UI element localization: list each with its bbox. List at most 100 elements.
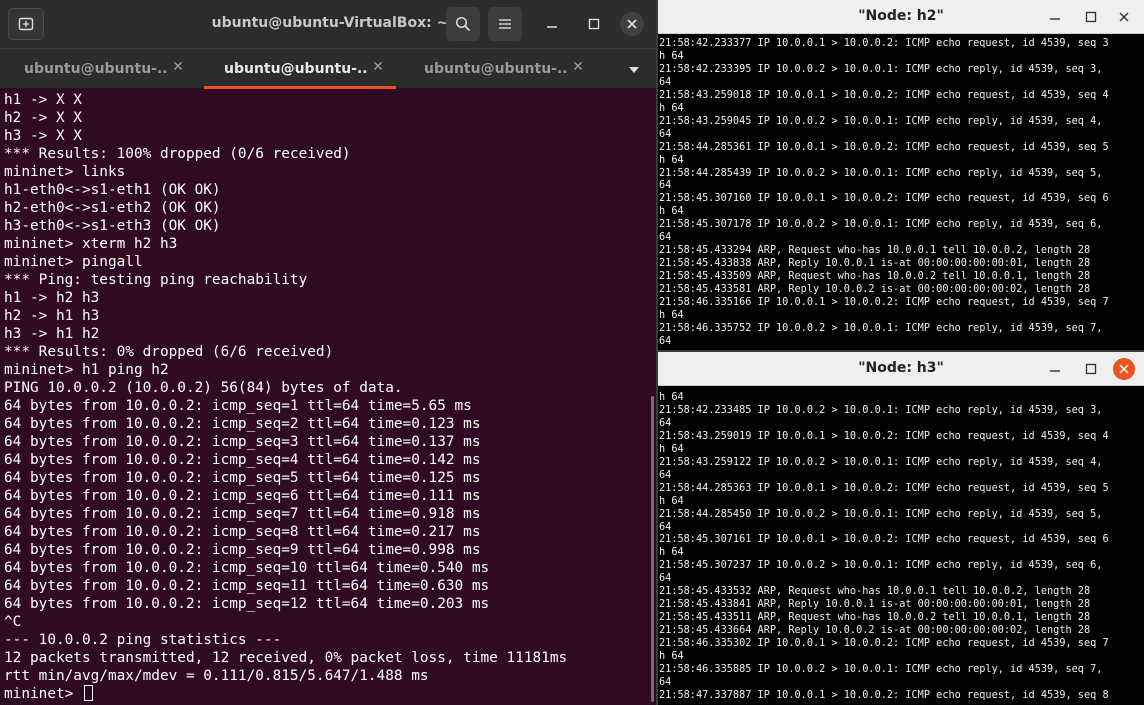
output-line: 64 bytes from 10.0.0.2: icmp_seq=1 ttl=6…	[4, 398, 472, 414]
tab-2-active[interactable]: ubuntu@ubuntu-... ✕	[200, 49, 400, 89]
minimize-button[interactable]	[1044, 358, 1066, 380]
output-line: 21:58:43.259045 IP 10.0.0.2 > 10.0.0.1: …	[659, 113, 1110, 127]
output-line: 64	[659, 126, 672, 140]
maximize-button[interactable]	[580, 10, 608, 38]
xterm-output[interactable]: h 64 21:58:42.233485 IP 10.0.0.2 > 10.0.0…	[659, 391, 1109, 705]
maximize-icon	[1085, 11, 1097, 23]
minimize-icon	[547, 26, 557, 28]
output-line: h 64	[659, 391, 684, 403]
output-line: h3 -> X X	[4, 128, 82, 144]
maximize-icon	[1085, 363, 1097, 375]
close-button[interactable]	[1113, 6, 1135, 28]
close-button[interactable]	[620, 12, 644, 36]
output-line: 64 bytes from 10.0.0.2: icmp_seq=11 ttl=…	[4, 578, 490, 594]
output-line: h1-eth0<->s1-eth1 (OK OK)	[4, 182, 221, 198]
xterm-window-node-h2: "Node: h2" 21:58:42.233377 IP 10.0.0.1 >…	[658, 0, 1144, 350]
output-line: 12 packets transmitted, 12 received, 0% …	[4, 650, 568, 666]
output-line: 21:58:44.285363 IP 10.0.0.1 > 10.0.0.2: …	[659, 480, 1110, 494]
output-line: h1 -> X X	[4, 92, 82, 108]
maximize-button[interactable]	[1080, 358, 1102, 380]
output-line: 21:58:45.307161 IP 10.0.0.1 > 10.0.0.2: …	[659, 532, 1110, 546]
terminal-scrollbar[interactable]	[651, 396, 654, 702]
output-line: 64	[659, 333, 672, 347]
tabs-dropdown-button[interactable]	[624, 62, 644, 78]
output-line: h 64	[659, 441, 684, 455]
output-line: 64 bytes from 10.0.0.2: icmp_seq=4 ttl=6…	[4, 452, 481, 468]
output-line: mininet> links	[4, 164, 126, 180]
output-line: 21:58:45.307160 IP 10.0.0.1 > 10.0.0.2: …	[659, 191, 1110, 205]
output-line: ^C	[4, 614, 22, 630]
tab-close-icon[interactable]: ✕	[170, 59, 186, 75]
text-cursor	[83, 685, 93, 701]
output-line: *** Results: 100% dropped (0/6 received)	[4, 146, 351, 162]
chevron-down-icon	[629, 67, 639, 73]
new-tab-button[interactable]	[8, 8, 44, 40]
output-line: h3-eth0<->s1-eth3 (OK OK)	[4, 218, 221, 234]
close-icon	[1119, 12, 1129, 22]
tab-1[interactable]: ubuntu@ubuntu-... ✕	[0, 49, 200, 89]
close-button[interactable]	[1113, 358, 1135, 380]
new-tab-icon	[18, 17, 34, 31]
search-button[interactable]	[446, 7, 480, 41]
output-line: h 64	[659, 493, 684, 507]
output-line: 64 bytes from 10.0.0.2: icmp_seq=6 ttl=6…	[4, 488, 481, 504]
close-icon	[627, 19, 637, 29]
output-line: 21:58:42.233377 IP 10.0.0.1 > 10.0.0.2: …	[659, 37, 1110, 49]
output-line: mininet> xterm h2 h3	[4, 236, 178, 252]
output-line: 64 bytes from 10.0.0.2: icmp_seq=9 ttl=6…	[4, 542, 481, 558]
tab-label: ubuntu@ubuntu-...	[24, 61, 169, 77]
output-line: 64 bytes from 10.0.0.2: icmp_seq=5 ttl=6…	[4, 470, 481, 486]
output-line: h 64	[659, 100, 684, 114]
output-line: 21:58:42.233395 IP 10.0.0.2 > 10.0.0.1: …	[659, 61, 1110, 75]
output-line: *** Results: 0% dropped (6/6 received)	[4, 344, 334, 360]
output-line: 64 bytes from 10.0.0.2: icmp_seq=3 ttl=6…	[4, 434, 481, 450]
output-line: rtt min/avg/max/mdev = 0.111/0.815/5.647…	[4, 668, 429, 684]
output-line: 21:58:43.259019 IP 10.0.0.1 > 10.0.0.2: …	[659, 428, 1110, 442]
gnome-terminal-window: ubuntu@ubuntu-VirtualBox: ~ ubuntu@ubunt…	[0, 0, 656, 705]
output-line: 21:58:44.285439 IP 10.0.0.2 > 10.0.0.1: …	[659, 165, 1110, 179]
tab-3[interactable]: ubuntu@ubuntu-... ✕	[400, 49, 600, 89]
minimize-button[interactable]	[1044, 6, 1066, 28]
output-line: 21:58:46.335885 IP 10.0.0.2 > 10.0.0.1: …	[659, 662, 1110, 676]
xterm-output[interactable]: 21:58:42.233377 IP 10.0.0.1 > 10.0.0.2: …	[659, 37, 1109, 349]
terminal-output[interactable]: h1 -> X X h2 -> X X h3 -> X X *** Results: …	[4, 91, 652, 703]
output-line: *** Ping: testing ping reachability	[4, 272, 308, 288]
prompt-line[interactable]: mininet>	[4, 685, 652, 703]
prompt-text: mininet>	[4, 686, 82, 702]
window-title: ubuntu@ubuntu-VirtualBox: ~	[211, 15, 449, 31]
xterm-window-node-h3: "Node: h3" h 64 21:58:42.233485 IP 10.0.0…	[658, 352, 1144, 705]
output-line: 64 bytes from 10.0.0.2: icmp_seq=12 ttl=…	[4, 596, 490, 612]
output-line: 21:58:42.233485 IP 10.0.0.2 > 10.0.0.1: …	[659, 402, 1110, 416]
xterm-titlebar: "Node: h2"	[658, 0, 1144, 34]
minimize-icon	[1050, 370, 1060, 372]
output-line: 21:58:46.335752 IP 10.0.0.2 > 10.0.0.1: …	[659, 320, 1110, 334]
window-title: "Node: h3"	[858, 360, 944, 376]
output-line: PING 10.0.0.2 (10.0.0.2) 56(84) bytes of…	[4, 380, 403, 396]
xterm-titlebar: "Node: h3"	[658, 352, 1144, 386]
maximize-button[interactable]	[1080, 6, 1102, 28]
tab-close-icon[interactable]: ✕	[370, 59, 386, 75]
minimize-button[interactable]	[538, 10, 566, 38]
output-line: 21:58:46.335166 IP 10.0.0.1 > 10.0.0.2: …	[659, 295, 1110, 309]
output-line: 21:58:44.285361 IP 10.0.0.1 > 10.0.0.2: …	[659, 139, 1110, 153]
output-line: 21:58:47.337887 IP 10.0.0.1 > 10.0.0.2: …	[659, 687, 1110, 701]
output-line: 64	[659, 415, 672, 429]
output-line: h3 -> h1 h2	[4, 326, 100, 342]
menu-button[interactable]	[488, 7, 522, 41]
terminal-tab-bar: ubuntu@ubuntu-... ✕ ubuntu@ubuntu-... ✕ …	[0, 48, 656, 89]
output-line: 64 bytes from 10.0.0.2: icmp_seq=2 ttl=6…	[4, 416, 481, 432]
output-line: h1 -> h2 h3	[4, 290, 100, 306]
output-line: 64	[659, 74, 672, 88]
output-line: mininet> h1 ping h2	[4, 362, 169, 378]
search-icon	[455, 16, 471, 32]
terminal-headerbar: ubuntu@ubuntu-VirtualBox: ~	[0, 0, 656, 48]
output-line: 21:58:46.335302 IP 10.0.0.1 > 10.0.0.2: …	[659, 636, 1110, 650]
output-line: 64 bytes from 10.0.0.2: icmp_seq=7 ttl=6…	[4, 506, 481, 522]
tab-close-icon[interactable]: ✕	[570, 59, 586, 75]
output-line: h 64	[659, 152, 684, 166]
output-line: 21:58:43.259122 IP 10.0.0.2 > 10.0.0.1: …	[659, 454, 1110, 468]
output-line: 21:58:43.259018 IP 10.0.0.1 > 10.0.0.2: …	[659, 87, 1110, 101]
minimize-icon	[1050, 18, 1060, 20]
output-line: 64 bytes from 10.0.0.2: icmp_seq=10 ttl=…	[4, 560, 490, 576]
hamburger-menu-icon	[499, 19, 511, 29]
